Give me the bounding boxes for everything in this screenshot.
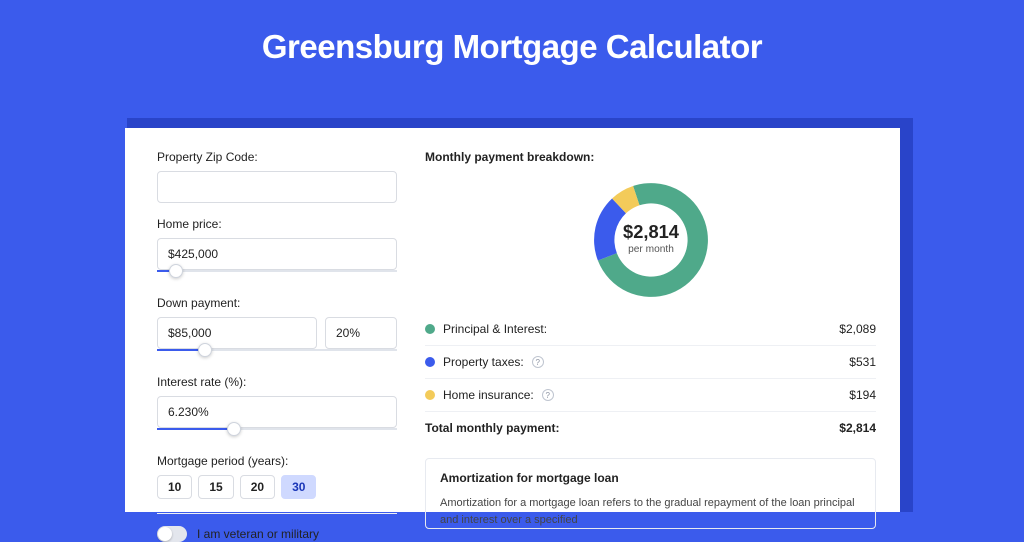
veteran-toggle-row: I am veteran or military <box>157 513 397 542</box>
breakdown-title: Monthly payment breakdown: <box>425 150 876 164</box>
interest-slider[interactable] <box>157 426 397 440</box>
period-label: Mortgage period (years): <box>157 454 397 468</box>
total-row: Total monthly payment: $2,814 <box>425 412 876 444</box>
veteran-toggle[interactable] <box>157 526 187 542</box>
breakdown-row-value: $531 <box>849 355 876 369</box>
down-payment-field-group: Down payment: <box>157 296 397 361</box>
breakdown-row-2: Home insurance:? $194 <box>425 379 876 412</box>
veteran-toggle-knob <box>158 527 172 541</box>
breakdown-row-label: Property taxes: <box>443 355 524 369</box>
zip-label: Property Zip Code: <box>157 150 397 164</box>
veteran-label: I am veteran or military <box>197 527 319 541</box>
home-price-slider[interactable] <box>157 268 397 282</box>
help-icon[interactable]: ? <box>542 389 554 401</box>
amortization-card: Amortization for mortgage loan Amortizat… <box>425 458 876 529</box>
help-icon[interactable]: ? <box>532 356 544 368</box>
home-price-input[interactable] <box>157 238 397 270</box>
calculator-card: Property Zip Code: Home price: Down paym… <box>125 128 900 512</box>
interest-field-group: Interest rate (%): <box>157 375 397 440</box>
breakdown-panel: Monthly payment breakdown: $2,814 per mo… <box>425 150 876 512</box>
zip-field-group: Property Zip Code: <box>157 150 397 203</box>
donut-chart-container: $2,814 per month <box>425 174 876 313</box>
bullet-icon <box>425 390 435 400</box>
home-price-slider-thumb[interactable] <box>169 264 183 278</box>
bullet-icon <box>425 324 435 334</box>
period-option-15[interactable]: 15 <box>198 475 233 499</box>
inputs-panel: Property Zip Code: Home price: Down paym… <box>157 150 397 512</box>
breakdown-row-0: Principal & Interest: $2,089 <box>425 313 876 346</box>
breakdown-row-label: Home insurance: <box>443 388 534 402</box>
period-field-group: Mortgage period (years): 1015 2030 <box>157 454 397 499</box>
interest-input[interactable] <box>157 396 397 428</box>
total-value: $2,814 <box>839 421 876 435</box>
zip-input[interactable] <box>157 171 397 203</box>
breakdown-row-label: Principal & Interest: <box>443 322 547 336</box>
breakdown-row-1: Property taxes:? $531 <box>425 346 876 379</box>
bullet-icon <box>425 357 435 367</box>
page-title: Greensburg Mortgage Calculator <box>0 0 1024 88</box>
down-payment-pct-input[interactable] <box>325 317 397 349</box>
total-label: Total monthly payment: <box>425 421 559 435</box>
down-payment-slider[interactable] <box>157 347 397 361</box>
down-payment-input[interactable] <box>157 317 317 349</box>
down-payment-label: Down payment: <box>157 296 397 310</box>
down-payment-slider-thumb[interactable] <box>198 343 212 357</box>
breakdown-row-value: $194 <box>849 388 876 402</box>
interest-slider-thumb[interactable] <box>227 422 241 436</box>
period-option-20[interactable]: 20 <box>240 475 275 499</box>
donut-chart: $2,814 per month <box>590 179 712 301</box>
donut-center-value: $2,814 <box>623 221 680 242</box>
donut-center-sub: per month <box>628 244 674 255</box>
amortization-title: Amortization for mortgage loan <box>440 471 861 485</box>
home-price-label: Home price: <box>157 217 397 231</box>
interest-label: Interest rate (%): <box>157 375 397 389</box>
period-option-10[interactable]: 10 <box>157 475 192 499</box>
period-option-30[interactable]: 30 <box>281 475 316 499</box>
home-price-field-group: Home price: <box>157 217 397 282</box>
breakdown-row-value: $2,089 <box>839 322 876 336</box>
